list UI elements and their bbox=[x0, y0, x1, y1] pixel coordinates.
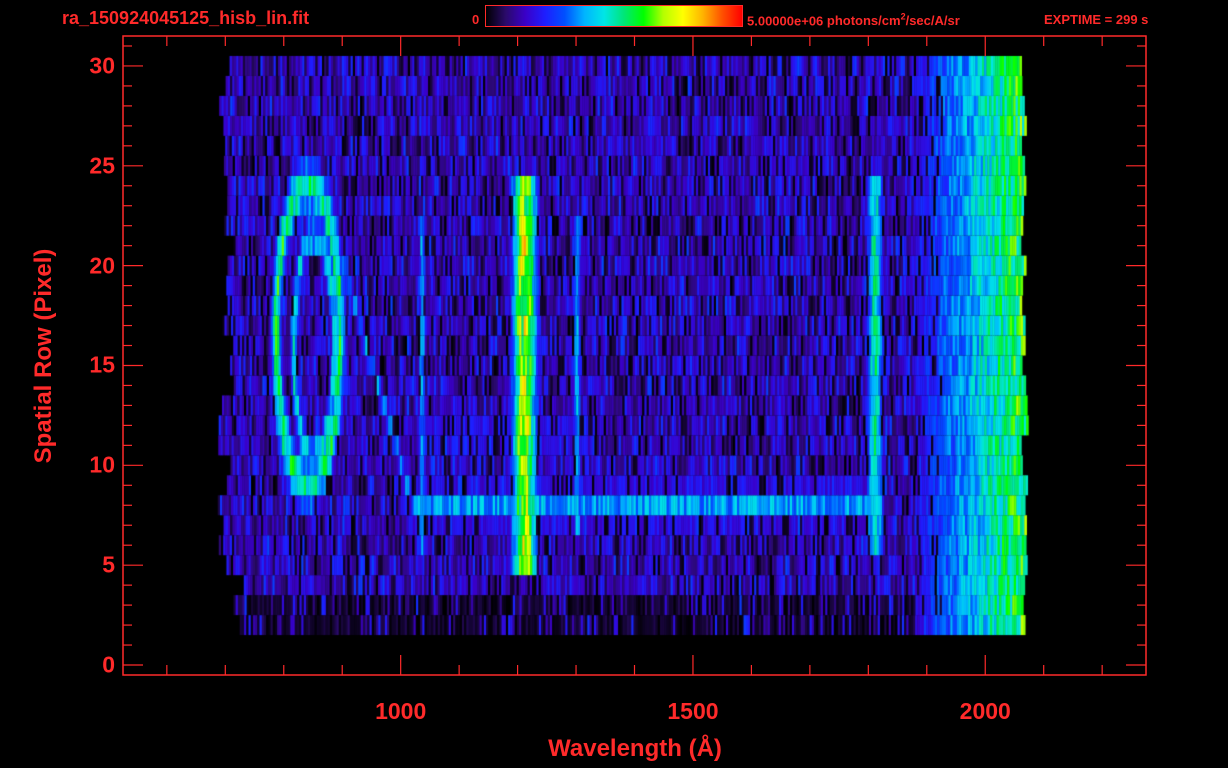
x-tick-label: 1000 bbox=[375, 698, 427, 724]
spectral-image-plot bbox=[122, 35, 1147, 676]
heatmap-image bbox=[123, 36, 1146, 675]
y-tick-label: 25 bbox=[89, 152, 115, 179]
y-tick-label: 0 bbox=[102, 651, 115, 678]
colorbar-max-label: 5.00000e+06 photons/cm2/sec/A/sr bbox=[747, 12, 960, 28]
y-tick-label: 10 bbox=[89, 451, 115, 478]
y-tick-label: 5 bbox=[102, 551, 115, 578]
colorbar-min-label: 0 bbox=[472, 12, 480, 27]
chart-title: ra_150924045125_hisb_lin.fit bbox=[62, 8, 310, 28]
y-tick-label: 30 bbox=[89, 52, 115, 79]
y-tick-label: 15 bbox=[89, 351, 115, 378]
colorbar bbox=[485, 5, 743, 27]
y-tick-label: 20 bbox=[89, 252, 115, 279]
colorbar-max-value: 5.00000e+06 bbox=[747, 13, 824, 29]
exptime-label: EXPTIME = 299 s bbox=[1044, 12, 1149, 27]
x-tick-label: 2000 bbox=[959, 698, 1011, 724]
x-tick-label: 1500 bbox=[667, 698, 719, 724]
x-axis-label: Wavelength (Å) bbox=[548, 735, 722, 762]
colorbar-units: photons/cm2/sec/A/sr bbox=[823, 12, 960, 29]
heatmap-raster bbox=[123, 36, 1146, 675]
y-axis-label: Spatial Row (Pixel) bbox=[30, 248, 57, 464]
